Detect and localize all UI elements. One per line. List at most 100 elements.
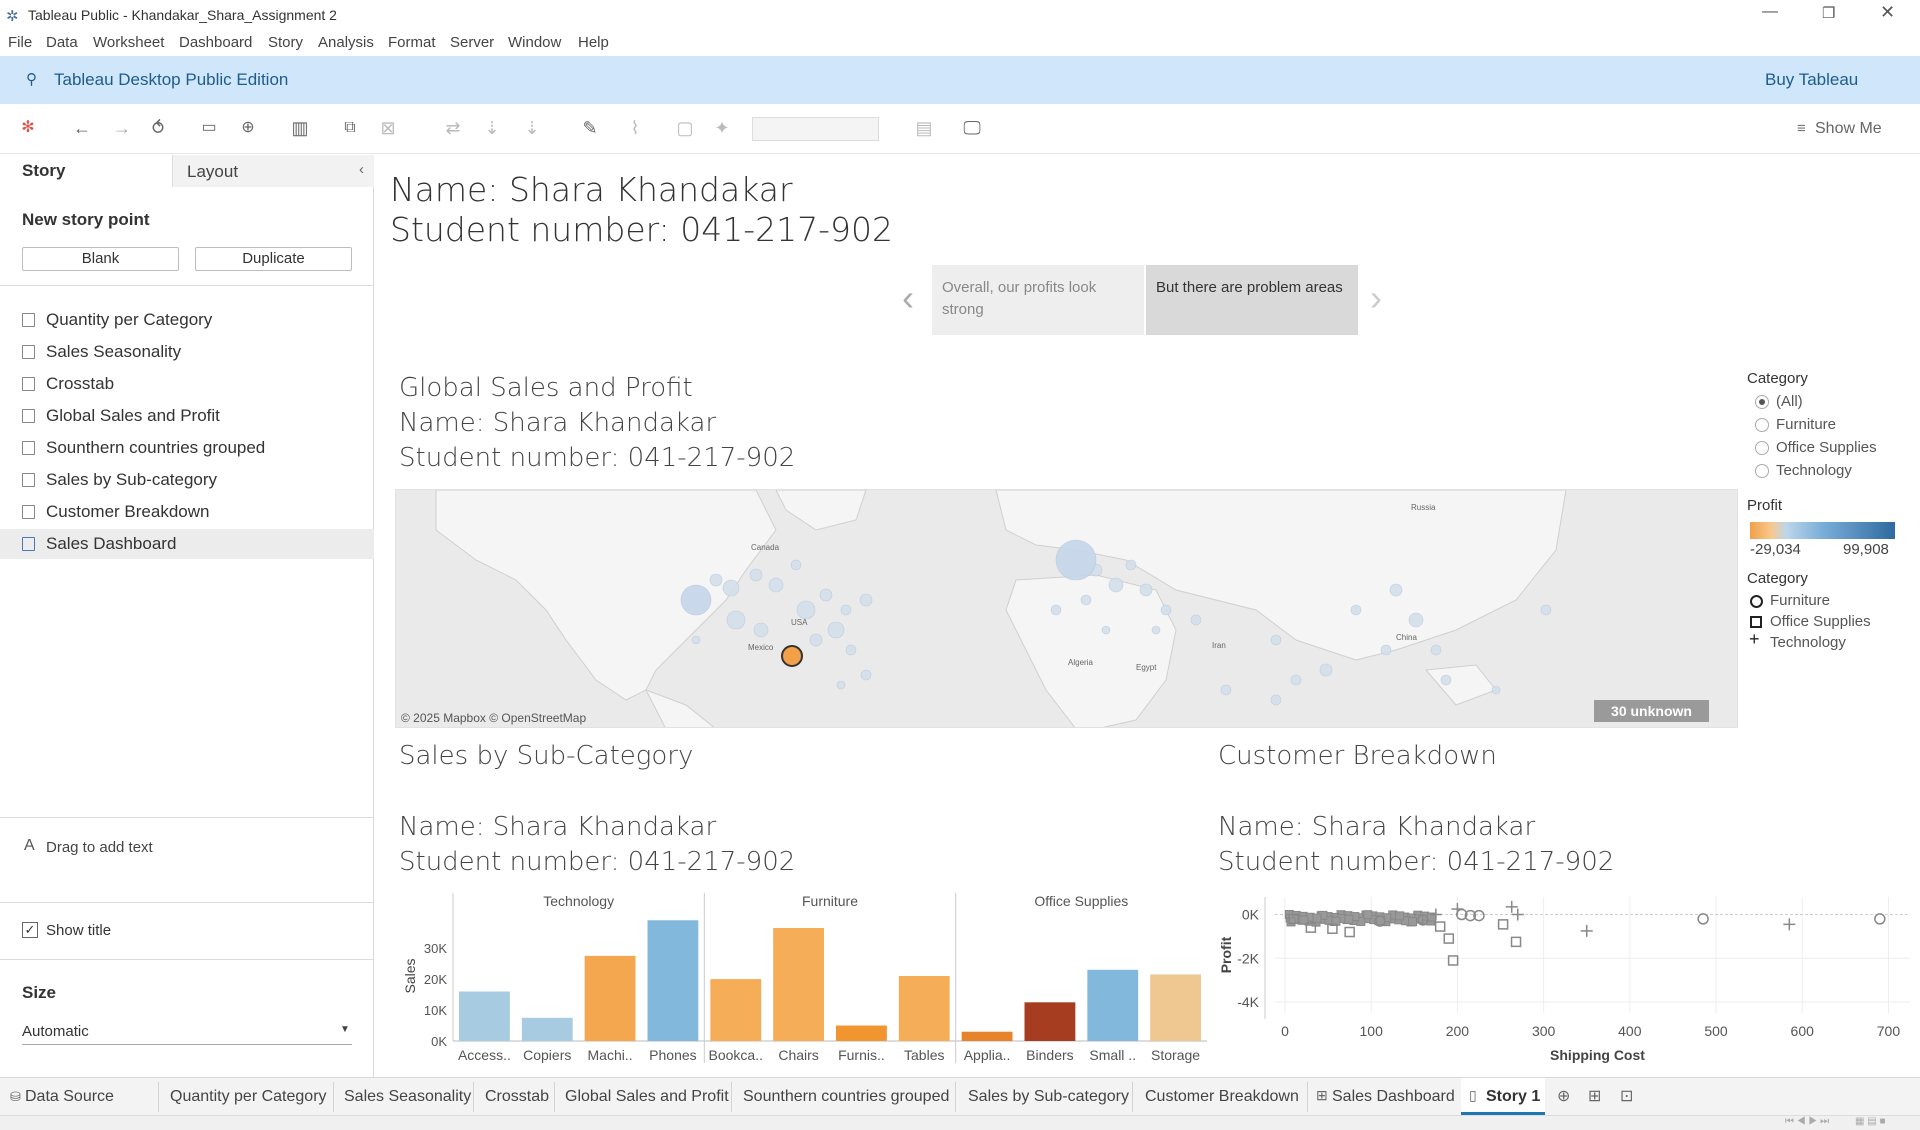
- undo-icon[interactable]: ←: [72, 118, 92, 138]
- tab-customer-breakdown[interactable]: Customer Breakdown: [1145, 1088, 1299, 1106]
- sheet-item-crosstab[interactable]: Crosstab: [0, 369, 374, 399]
- tab-sales-by-sub-category[interactable]: Sales by Sub-category: [968, 1088, 1129, 1106]
- menu-server[interactable]: Server: [450, 34, 494, 51]
- menu-data[interactable]: Data: [46, 34, 78, 51]
- show-title-checkbox[interactable]: ✓: [22, 922, 38, 938]
- previous-story-point-icon[interactable]: ‹: [902, 277, 914, 319]
- filter-option-furniture[interactable]: Furniture: [1776, 416, 1836, 433]
- new-worksheet-icon[interactable]: ▥: [290, 118, 310, 138]
- close-icon[interactable]: ✕: [1880, 2, 1895, 23]
- menu-format[interactable]: Format: [388, 34, 436, 51]
- next-story-point-icon[interactable]: ›: [1370, 277, 1382, 319]
- group-icon[interactable]: ⌇: [625, 118, 645, 138]
- tab-data-source[interactable]: Data Source: [25, 1088, 114, 1106]
- blank-button[interactable]: Blank: [22, 247, 179, 271]
- sort-descending-icon[interactable]: ⇣: [522, 118, 542, 138]
- duplicate-sheet-icon[interactable]: ⧉: [340, 118, 360, 138]
- radio-all[interactable]: [1755, 395, 1769, 409]
- selected-mark[interactable]: [781, 645, 803, 667]
- replay-icon[interactable]: ⥀: [148, 118, 168, 138]
- sheet-item-global-sales-and-profit[interactable]: Global Sales and Profit: [0, 401, 374, 431]
- tab-quantity-per-category[interactable]: Quantity per Category: [170, 1088, 327, 1106]
- filter-option-all[interactable]: (All): [1776, 393, 1803, 410]
- tab-southern-countries-grouped[interactable]: Sounthern countries grouped: [743, 1088, 949, 1106]
- bar: [773, 928, 824, 1041]
- new-story-tab-icon[interactable]: ⊡: [1620, 1086, 1633, 1106]
- sheet-item-sales-by-sub-category[interactable]: Sales by Sub-category: [0, 465, 374, 495]
- scatter-point-square: [1344, 926, 1355, 938]
- tab-sales-seasonality[interactable]: Sales Seasonality: [344, 1088, 471, 1106]
- clear-sheet-icon[interactable]: ⊠: [378, 118, 398, 138]
- tab-layout[interactable]: Layout ‹: [172, 155, 374, 187]
- story-point-caption-2[interactable]: But there are problem areas: [1146, 265, 1358, 335]
- radio-technology[interactable]: [1755, 464, 1769, 478]
- menu-window[interactable]: Window: [508, 34, 561, 51]
- radio-office-supplies[interactable]: [1755, 441, 1769, 455]
- size-select[interactable]: Automatic ▼: [22, 1021, 352, 1045]
- caption-text: Overall, our profits look strong: [942, 279, 1097, 318]
- story-pane: Story Layout ‹ New story point Blank Dup…: [0, 155, 374, 1077]
- x-tick-label: Small ..: [1089, 1047, 1136, 1063]
- sheet-item-quantity-per-category[interactable]: Quantity per Category: [0, 305, 374, 335]
- dashboard-icon: [22, 537, 35, 551]
- menu-story[interactable]: Story: [268, 34, 303, 51]
- swap-icon[interactable]: ⇄: [443, 118, 463, 138]
- redo-icon[interactable]: →: [112, 118, 132, 138]
- drag-to-add-text[interactable]: Drag to add text: [46, 839, 153, 856]
- customer-breakdown-chart[interactable]: 0 100 200 300 400 500 600 700 0K -2K -4K Shipping C…: [1215, 893, 1920, 1067]
- sheet-item-southern-countries-grouped[interactable]: Sounthern countries grouped: [0, 433, 374, 463]
- restore-icon[interactable]: ❐: [1822, 4, 1835, 22]
- new-dashboard-tab-icon[interactable]: ⊞: [1588, 1086, 1601, 1106]
- menu-worksheet[interactable]: Worksheet: [93, 34, 164, 51]
- filter-option-office-supplies[interactable]: Office Supplies: [1776, 439, 1877, 456]
- new-datasource-icon[interactable]: ⊕: [238, 118, 258, 138]
- show-cards-icon[interactable]: ▤: [914, 118, 934, 138]
- highlight-icon[interactable]: ✎: [580, 118, 600, 138]
- show-me-button[interactable]: Show Me: [1815, 120, 1882, 138]
- fit-dropdown[interactable]: [752, 117, 879, 141]
- menu-file[interactable]: File: [8, 34, 32, 51]
- collapse-pane-icon[interactable]: ‹: [359, 161, 364, 178]
- minimize-icon[interactable]: —: [1762, 3, 1778, 21]
- buy-tableau-link[interactable]: Buy Tableau: [1765, 70, 1858, 90]
- y-axis-title: Profit: [1218, 936, 1234, 973]
- presentation-icon[interactable]: 🖵: [962, 118, 982, 138]
- worksheet-icon: [22, 473, 35, 487]
- sort-ascending-icon[interactable]: ⇣: [482, 118, 502, 138]
- scatter-name: Name: Shara Khandakar: [1218, 812, 1536, 842]
- tab-separator: [1307, 1082, 1308, 1112]
- pin-axis-icon[interactable]: ✦: [712, 118, 732, 138]
- sheet-item-sales-seasonality[interactable]: Sales Seasonality: [0, 337, 374, 367]
- tableau-home-icon[interactable]: ✻: [18, 118, 38, 138]
- tab-crosstab[interactable]: Crosstab: [485, 1088, 549, 1106]
- view-mode-icons[interactable]: ▦ ▤ ■: [1855, 1116, 1886, 1127]
- tab-separator: [955, 1082, 956, 1112]
- tab-global-sales-and-profit[interactable]: Global Sales and Profit: [565, 1088, 729, 1106]
- menu-analysis[interactable]: Analysis: [318, 34, 374, 51]
- tab-separator: [158, 1082, 159, 1112]
- tab-story[interactable]: Story: [0, 155, 172, 187]
- label-icon[interactable]: ▢: [675, 118, 695, 138]
- menu-dashboard[interactable]: Dashboard: [179, 34, 252, 51]
- world-map[interactable]: Mexico Canada USA Russia China Algeria E…: [395, 489, 1738, 728]
- map-label-usa: USA: [791, 618, 808, 627]
- unknown-badge[interactable]: 30 unknown: [1594, 700, 1709, 722]
- sales-by-subcategory-chart[interactable]: Sales 0K 10K 20K 30K Technology Access.. Copier…: [395, 893, 1207, 1067]
- sheet-navigation-icons[interactable]: ⏮ ◀ ▶ ⏭: [1785, 1116, 1829, 1127]
- tab-sales-dashboard[interactable]: Sales Dashboard: [1332, 1088, 1455, 1106]
- sheet-item-sales-dashboard[interactable]: Sales Dashboard: [0, 529, 374, 559]
- bar: [1150, 974, 1201, 1041]
- map-bubble: [1101, 625, 1111, 635]
- tab-story-1[interactable]: ▯ Story 1: [1461, 1078, 1545, 1115]
- new-worksheet-tab-icon[interactable]: ⊕: [1557, 1086, 1570, 1106]
- sheet-item-customer-breakdown[interactable]: Customer Breakdown: [0, 497, 374, 527]
- bar-chart-title: Sales by Sub-Category: [399, 741, 694, 771]
- save-icon[interactable]: ▭: [199, 118, 219, 138]
- map-bubble: [1350, 604, 1362, 616]
- filter-option-technology[interactable]: Technology: [1776, 462, 1852, 479]
- menu-help[interactable]: Help: [578, 34, 609, 51]
- duplicate-button[interactable]: Duplicate: [195, 247, 352, 271]
- radio-furniture[interactable]: [1755, 418, 1769, 432]
- map-bubble: [1430, 644, 1442, 656]
- story-point-caption-1[interactable]: Overall, our profits look strong: [932, 265, 1144, 335]
